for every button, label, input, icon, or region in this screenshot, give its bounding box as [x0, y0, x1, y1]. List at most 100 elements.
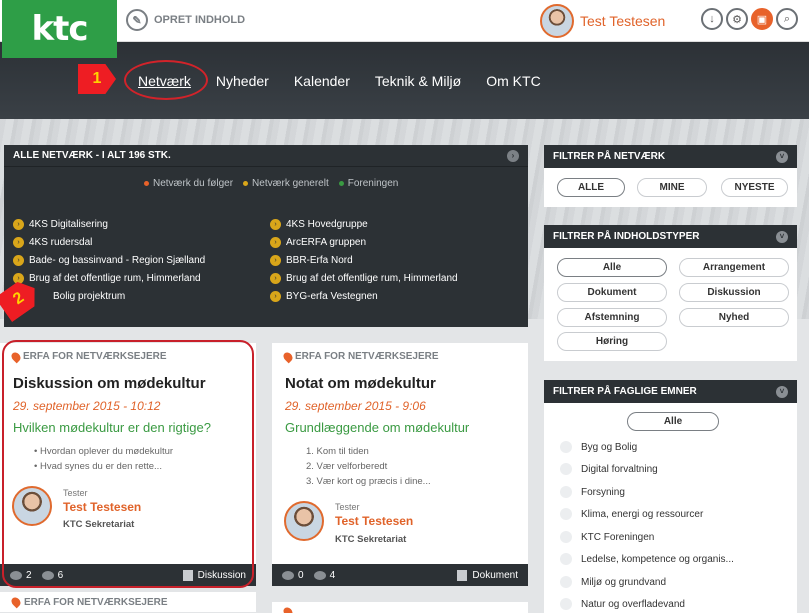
- nav-item-nyheder[interactable]: Nyheder: [216, 73, 269, 89]
- network-list-left: › 4KS Digitalisering › 4KS rudersdal › Bade…: [13, 215, 205, 305]
- user-name: Test Testesen: [580, 13, 666, 29]
- filter-network-all[interactable]: ALLE: [557, 178, 625, 197]
- author-name[interactable]: Test Testesen: [335, 514, 413, 528]
- filter-content-vote[interactable]: Afstemning: [557, 308, 667, 327]
- excerpt-line: 2. Vær velforberedt: [306, 461, 388, 472]
- highlight-ring-card: [2, 340, 254, 588]
- card-subtitle: Grundlæggende om mødekultur: [285, 420, 470, 435]
- location-pin-icon: [281, 605, 295, 613]
- network-item[interactable]: › Brug af det offentlige rum, Himmerland: [13, 269, 205, 287]
- filter-content-discussion[interactable]: Diskussion: [679, 283, 789, 302]
- chevron-down-icon[interactable]: ˅: [776, 230, 788, 243]
- arrow-bullet-icon: ›: [270, 272, 281, 284]
- search-icon[interactable]: ⌕: [776, 8, 798, 30]
- topic-checkbox[interactable]: Natur og overfladevand: [560, 598, 685, 610]
- network-item[interactable]: › 4KS Hovedgruppe: [270, 215, 458, 233]
- download-icon[interactable]: ↓: [701, 8, 723, 30]
- network-list-right: › 4KS Hovedgruppe › ArcERFA gruppen › BBR-E…: [270, 215, 458, 305]
- create-content-label: OPRET INDHOLD: [154, 14, 246, 26]
- arrow-bullet-icon: ›: [270, 290, 281, 302]
- view-count: 4: [313, 570, 335, 581]
- topic-checkbox[interactable]: Byg og Bolig: [560, 441, 637, 453]
- card-category: ERFA FOR NETVÆRKSEJERE: [281, 350, 439, 363]
- filter-content-header: FILTRER PÅ INDHOLDSTYPER ˅: [544, 225, 797, 248]
- legend-item: Netværk du følger: [144, 178, 233, 189]
- ktc-logo[interactable]: ktc: [2, 0, 117, 58]
- card-footer: 0 4 Dokument: [272, 564, 528, 586]
- filter-content-all[interactable]: Alle: [557, 258, 667, 277]
- network-panel-title: ALLE NETVÆRK - I ALT 196 STK.: [13, 150, 171, 161]
- top-bar: ✎ OPRET INDHOLD Test Testesen ↓ ⚙ ▣ ⌕: [0, 0, 809, 42]
- topic-checkbox[interactable]: Miljø og grundvand: [560, 576, 666, 588]
- network-item[interactable]: › 4KS rudersdal: [13, 233, 205, 251]
- avatar: [284, 501, 324, 541]
- network-item[interactable]: › BYG-erfa Vestegnen: [270, 287, 458, 305]
- topic-checkbox[interactable]: Ledelse, kompetence og organis...: [560, 553, 734, 565]
- filter-topics-panel: FILTRER PÅ FAGLIGE EMNER ˅ Alle Byg og B…: [544, 380, 797, 613]
- legend-item: Netværk generelt: [243, 178, 329, 189]
- excerpt-line: 1. Kom til tiden: [306, 446, 369, 457]
- chevron-down-icon[interactable]: ˅: [776, 385, 788, 398]
- topic-checkbox[interactable]: KTC Foreningen: [560, 531, 654, 543]
- lock-icon[interactable]: ▣: [751, 8, 773, 30]
- filter-network-panel: FILTRER PÅ NETVÆRK ˅ ALLE MINE NYESTE: [544, 145, 797, 207]
- chevron-right-icon[interactable]: ›: [507, 149, 519, 162]
- network-panel-header: ALLE NETVÆRK - I ALT 196 STK. ›: [4, 145, 528, 167]
- filter-topics-header: FILTRER PÅ FAGLIGE EMNER ˅: [544, 380, 797, 403]
- filter-content-hearing[interactable]: Høring: [557, 332, 667, 351]
- location-pin-icon: [9, 595, 23, 609]
- gear-icon[interactable]: ⚙: [726, 8, 748, 30]
- filter-content-news[interactable]: Nyhed: [679, 308, 789, 327]
- chevron-down-icon[interactable]: ˅: [776, 150, 788, 163]
- arrow-bullet-icon: ›: [13, 236, 24, 248]
- comment-count: 0: [282, 570, 304, 581]
- network-legend: Netværk du følger Netværk generelt Foren…: [144, 178, 398, 189]
- topic-checkbox[interactable]: Digital forvaltning: [560, 463, 658, 475]
- topic-checkbox[interactable]: Klima, energi og ressourcer: [560, 508, 703, 520]
- filter-network-title: FILTRER PÅ NETVÆRK: [553, 151, 666, 162]
- card-title[interactable]: Notat om mødekultur: [285, 375, 436, 392]
- arrow-bullet-icon: ›: [270, 236, 281, 248]
- network-item[interactable]: › ArcERFA gruppen: [270, 233, 458, 251]
- create-content-button[interactable]: ✎ OPRET INDHOLD: [126, 9, 245, 31]
- filter-network-mine[interactable]: MINE: [637, 178, 707, 197]
- nav-item-kalender[interactable]: Kalender: [294, 73, 350, 89]
- edit-icon: ✎: [126, 9, 148, 31]
- author-role: Tester: [335, 502, 360, 512]
- filter-network-newest[interactable]: NYESTE: [721, 178, 788, 197]
- arrow-bullet-icon: ›: [13, 272, 24, 284]
- content-card-stub[interactable]: [272, 602, 528, 613]
- excerpt-line: 3. Vær kort og præcis i dine...: [306, 476, 431, 487]
- content-card[interactable]: ERFA FOR NETVÆRKSEJERE Notat om mødekult…: [272, 343, 528, 586]
- filter-content-arrangement[interactable]: Arrangement: [679, 258, 789, 277]
- filter-topics-all[interactable]: Alle: [627, 412, 719, 431]
- location-pin-icon: [281, 350, 295, 363]
- network-panel: ALLE NETVÆRK - I ALT 196 STK. › Netværk …: [4, 145, 528, 327]
- filter-network-header: FILTRER PÅ NETVÆRK ˅: [544, 145, 797, 168]
- nav-item-om-ktc[interactable]: Om KTC: [486, 73, 540, 89]
- top-icons: ↓ ⚙ ▣ ⌕: [701, 8, 798, 30]
- arrow-bullet-icon: ›: [13, 254, 24, 266]
- filter-content-title: FILTRER PÅ INDHOLDSTYPER: [553, 231, 700, 242]
- network-item[interactable]: › Bade- og bassinvand - Region Sjælland: [13, 251, 205, 269]
- topic-checkbox[interactable]: Forsyning: [560, 486, 625, 498]
- network-item[interactable]: › Brug af det offentlige rum, Himmerland: [270, 269, 458, 287]
- filter-content-panel: FILTRER PÅ INDHOLDSTYPER ˅ Alle Arrangem…: [544, 225, 797, 361]
- content-type: Dokument: [457, 569, 518, 581]
- nav-item-teknik-miljo[interactable]: Teknik & Miljø: [375, 73, 461, 89]
- network-item[interactable]: › BBR-Erfa Nord: [270, 251, 458, 269]
- comment-icon: [282, 570, 294, 580]
- filter-content-document[interactable]: Dokument: [557, 283, 667, 302]
- card-date: 29. september 2015 - 9:06: [285, 399, 426, 413]
- user-menu[interactable]: Test Testesen: [540, 4, 665, 38]
- network-item[interactable]: Bolig projektrum: [13, 287, 205, 305]
- eye-icon: [313, 570, 326, 580]
- arrow-bullet-icon: ›: [270, 254, 281, 266]
- author-org: KTC Sekretariat: [335, 534, 407, 545]
- arrow-bullet-icon: ›: [270, 218, 281, 230]
- nav-hero: Netværk Nyheder Kalender Teknik & Miljø …: [0, 42, 809, 119]
- document-icon: [457, 569, 468, 581]
- network-item[interactable]: › 4KS Digitalisering: [13, 215, 205, 233]
- card-excerpt: 1. Kom til tiden 2. Vær velforberedt 3. …: [306, 444, 431, 489]
- content-card-stub[interactable]: ERFA FOR NETVÆRKSEJERE: [0, 592, 256, 612]
